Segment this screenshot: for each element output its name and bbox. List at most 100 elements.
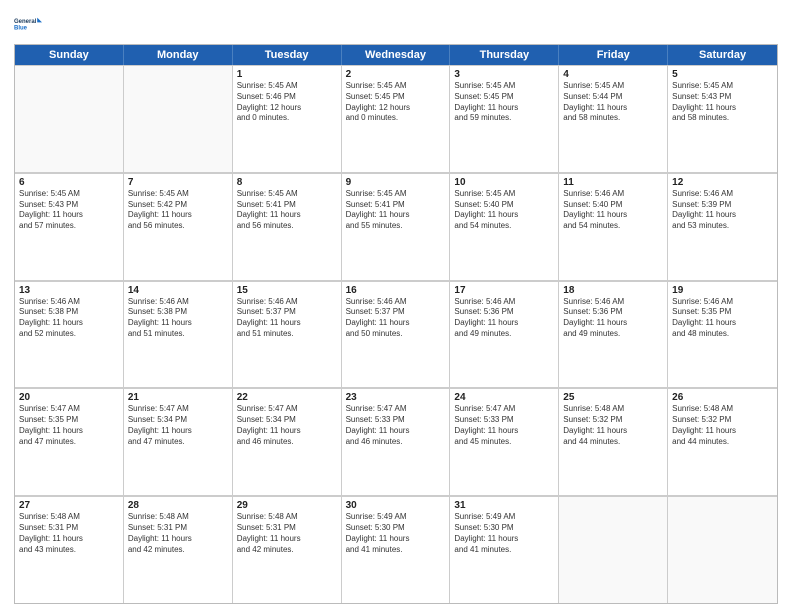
- day-info: Sunrise: 5:45 AM Sunset: 5:43 PM Dayligh…: [19, 189, 119, 232]
- day-info: Sunrise: 5:48 AM Sunset: 5:32 PM Dayligh…: [672, 404, 773, 447]
- day-info: Sunrise: 5:45 AM Sunset: 5:42 PM Dayligh…: [128, 189, 228, 232]
- day-info: Sunrise: 5:45 AM Sunset: 5:40 PM Dayligh…: [454, 189, 554, 232]
- day-cell-24: 24Sunrise: 5:47 AM Sunset: 5:33 PM Dayli…: [450, 388, 559, 495]
- day-number: 5: [672, 69, 773, 80]
- day-number: 19: [672, 285, 773, 296]
- day-info: Sunrise: 5:48 AM Sunset: 5:31 PM Dayligh…: [128, 512, 228, 555]
- day-cell-23: 23Sunrise: 5:47 AM Sunset: 5:33 PM Dayli…: [342, 388, 451, 495]
- day-info: Sunrise: 5:46 AM Sunset: 5:35 PM Dayligh…: [672, 297, 773, 340]
- calendar-row-1: 1Sunrise: 5:45 AM Sunset: 5:46 PM Daylig…: [15, 65, 777, 173]
- day-cell-22: 22Sunrise: 5:47 AM Sunset: 5:34 PM Dayli…: [233, 388, 342, 495]
- day-number: 8: [237, 177, 337, 188]
- day-cell-16: 16Sunrise: 5:46 AM Sunset: 5:37 PM Dayli…: [342, 281, 451, 388]
- day-number: 11: [563, 177, 663, 188]
- logo-icon: GeneralBlue: [14, 10, 42, 38]
- svg-text:General: General: [14, 19, 37, 25]
- day-number: 1: [237, 69, 337, 80]
- day-number: 9: [346, 177, 446, 188]
- day-cell-empty-0-0: [15, 65, 124, 172]
- day-info: Sunrise: 5:46 AM Sunset: 5:37 PM Dayligh…: [346, 297, 446, 340]
- day-number: 12: [672, 177, 773, 188]
- day-cell-28: 28Sunrise: 5:48 AM Sunset: 5:31 PM Dayli…: [124, 496, 233, 603]
- day-number: 17: [454, 285, 554, 296]
- day-info: Sunrise: 5:48 AM Sunset: 5:31 PM Dayligh…: [237, 512, 337, 555]
- svg-text:Blue: Blue: [14, 26, 28, 32]
- day-cell-3: 3Sunrise: 5:45 AM Sunset: 5:45 PM Daylig…: [450, 65, 559, 172]
- day-info: Sunrise: 5:45 AM Sunset: 5:41 PM Dayligh…: [346, 189, 446, 232]
- day-cell-15: 15Sunrise: 5:46 AM Sunset: 5:37 PM Dayli…: [233, 281, 342, 388]
- day-info: Sunrise: 5:46 AM Sunset: 5:36 PM Dayligh…: [454, 297, 554, 340]
- day-cell-27: 27Sunrise: 5:48 AM Sunset: 5:31 PM Dayli…: [15, 496, 124, 603]
- weekday-header-friday: Friday: [559, 45, 668, 65]
- weekday-header-thursday: Thursday: [450, 45, 559, 65]
- day-cell-26: 26Sunrise: 5:48 AM Sunset: 5:32 PM Dayli…: [668, 388, 777, 495]
- day-cell-18: 18Sunrise: 5:46 AM Sunset: 5:36 PM Dayli…: [559, 281, 668, 388]
- weekday-header-saturday: Saturday: [668, 45, 777, 65]
- day-info: Sunrise: 5:45 AM Sunset: 5:41 PM Dayligh…: [237, 189, 337, 232]
- weekday-header-wednesday: Wednesday: [342, 45, 451, 65]
- day-cell-19: 19Sunrise: 5:46 AM Sunset: 5:35 PM Dayli…: [668, 281, 777, 388]
- day-number: 23: [346, 392, 446, 403]
- day-cell-21: 21Sunrise: 5:47 AM Sunset: 5:34 PM Dayli…: [124, 388, 233, 495]
- day-cell-12: 12Sunrise: 5:46 AM Sunset: 5:39 PM Dayli…: [668, 173, 777, 280]
- day-info: Sunrise: 5:49 AM Sunset: 5:30 PM Dayligh…: [454, 512, 554, 555]
- day-number: 2: [346, 69, 446, 80]
- day-number: 28: [128, 500, 228, 511]
- day-info: Sunrise: 5:45 AM Sunset: 5:43 PM Dayligh…: [672, 81, 773, 124]
- day-number: 31: [454, 500, 554, 511]
- day-info: Sunrise: 5:45 AM Sunset: 5:45 PM Dayligh…: [346, 81, 446, 124]
- day-number: 27: [19, 500, 119, 511]
- day-cell-empty-4-5: [559, 496, 668, 603]
- day-info: Sunrise: 5:46 AM Sunset: 5:40 PM Dayligh…: [563, 189, 663, 232]
- calendar-page: GeneralBlue SundayMondayTuesdayWednesday…: [0, 0, 792, 612]
- day-info: Sunrise: 5:46 AM Sunset: 5:38 PM Dayligh…: [19, 297, 119, 340]
- day-number: 22: [237, 392, 337, 403]
- logo: GeneralBlue: [14, 10, 42, 38]
- calendar-row-5: 27 Sunrise: 5:48 AM Sunset: 5:31 PM Dayli…: [15, 496, 777, 603]
- day-number: 15: [237, 285, 337, 296]
- day-info: Sunrise: 5:45 AM Sunset: 5:44 PM Dayligh…: [563, 81, 663, 124]
- day-cell-1: 1Sunrise: 5:45 AM Sunset: 5:46 PM Daylig…: [233, 65, 342, 172]
- day-number: 10: [454, 177, 554, 188]
- day-cell-8: 8Sunrise: 5:45 AM Sunset: 5:41 PM Daylig…: [233, 173, 342, 280]
- day-cell-20: 20Sunrise: 5:47 AM Sunset: 5:35 PM Dayli…: [15, 388, 124, 495]
- day-number: 3: [454, 69, 554, 80]
- day-number: 26: [672, 392, 773, 403]
- calendar-row-2: 6Sunrise: 5:45 AM Sunset: 5:43 PM Daylig…: [15, 173, 777, 281]
- day-cell-9: 9Sunrise: 5:45 AM Sunset: 5:41 PM Daylig…: [342, 173, 451, 280]
- day-info: Sunrise: 5:46 AM Sunset: 5:36 PM Dayligh…: [563, 297, 663, 340]
- day-info: Sunrise: 5:46 AM Sunset: 5:39 PM Dayligh…: [672, 189, 773, 232]
- day-cell-14: 14Sunrise: 5:46 AM Sunset: 5:38 PM Dayli…: [124, 281, 233, 388]
- day-number: 25: [563, 392, 663, 403]
- day-number: 21: [128, 392, 228, 403]
- day-cell-7: 7Sunrise: 5:45 AM Sunset: 5:42 PM Daylig…: [124, 173, 233, 280]
- header: GeneralBlue: [14, 10, 778, 38]
- calendar-row-4: 20Sunrise: 5:47 AM Sunset: 5:35 PM Dayli…: [15, 388, 777, 496]
- day-number: 16: [346, 285, 446, 296]
- day-info: Sunrise: 5:45 AM Sunset: 5:46 PM Dayligh…: [237, 81, 337, 124]
- day-cell-2: 2Sunrise: 5:45 AM Sunset: 5:45 PM Daylig…: [342, 65, 451, 172]
- day-number: 20: [19, 392, 119, 403]
- day-info: Sunrise: 5:46 AM Sunset: 5:37 PM Dayligh…: [237, 297, 337, 340]
- day-info: Sunrise: 5:46 AM Sunset: 5:38 PM Dayligh…: [128, 297, 228, 340]
- day-info: Sunrise: 5:47 AM Sunset: 5:33 PM Dayligh…: [346, 404, 446, 447]
- calendar-body: 1Sunrise: 5:45 AM Sunset: 5:46 PM Daylig…: [15, 65, 777, 603]
- day-number: 18: [563, 285, 663, 296]
- calendar-header: SundayMondayTuesdayWednesdayThursdayFrid…: [15, 45, 777, 65]
- day-info: Sunrise: 5:45 AM Sunset: 5:45 PM Dayligh…: [454, 81, 554, 124]
- day-cell-4: 4Sunrise: 5:45 AM Sunset: 5:44 PM Daylig…: [559, 65, 668, 172]
- day-number: 29: [237, 500, 337, 511]
- day-number: 7: [128, 177, 228, 188]
- day-info: Sunrise: 5:48 AM Sunset: 5:32 PM Dayligh…: [563, 404, 663, 447]
- weekday-header-tuesday: Tuesday: [233, 45, 342, 65]
- day-number: 24: [454, 392, 554, 403]
- day-cell-30: 30Sunrise: 5:49 AM Sunset: 5:30 PM Dayli…: [342, 496, 451, 603]
- day-number: 4: [563, 69, 663, 80]
- day-number: 30: [346, 500, 446, 511]
- calendar-row-3: 13Sunrise: 5:46 AM Sunset: 5:38 PM Dayli…: [15, 281, 777, 389]
- day-cell-5: 5Sunrise: 5:45 AM Sunset: 5:43 PM Daylig…: [668, 65, 777, 172]
- day-cell-31: 31Sunrise: 5:49 AM Sunset: 5:30 PM Dayli…: [450, 496, 559, 603]
- day-number: 6: [19, 177, 119, 188]
- day-cell-13: 13Sunrise: 5:46 AM Sunset: 5:38 PM Dayli…: [15, 281, 124, 388]
- day-cell-6: 6Sunrise: 5:45 AM Sunset: 5:43 PM Daylig…: [15, 173, 124, 280]
